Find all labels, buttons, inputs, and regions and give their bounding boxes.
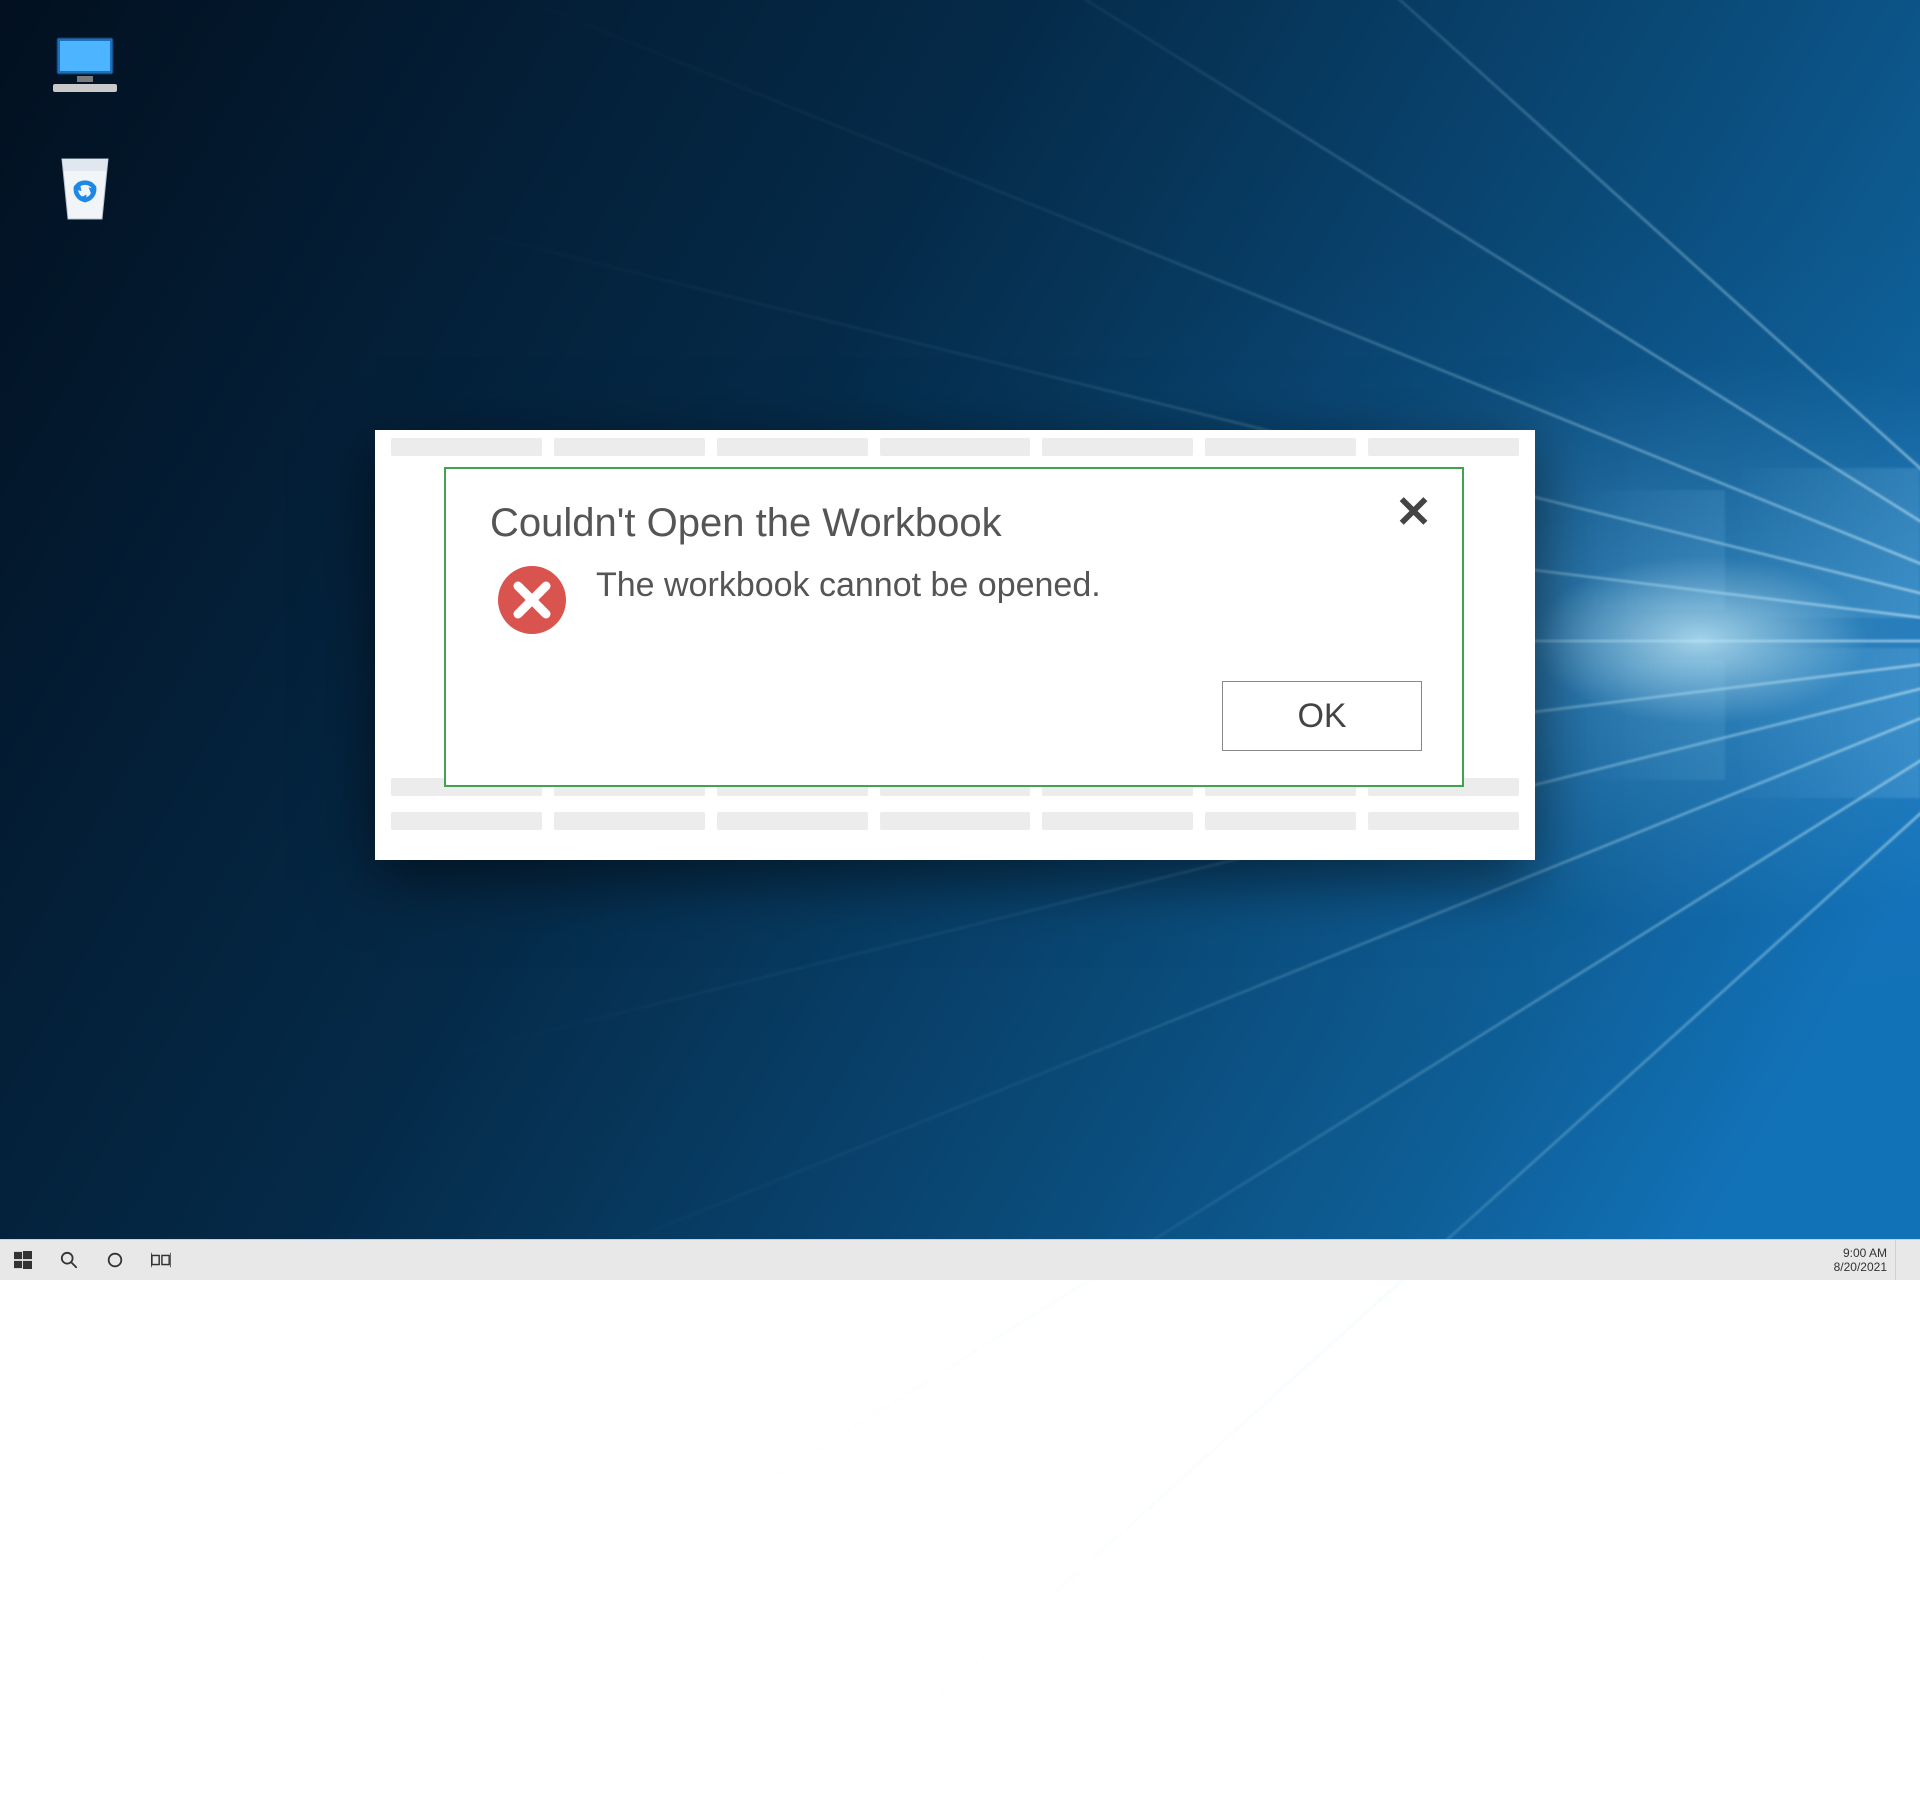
desktop-icon-this-pc[interactable] bbox=[30, 30, 140, 100]
recycle-bin-icon bbox=[50, 152, 120, 222]
close-button[interactable]: ✕ bbox=[1395, 491, 1432, 535]
ok-button-label: OK bbox=[1297, 697, 1346, 736]
windows-logo-icon bbox=[14, 1251, 32, 1269]
close-icon: ✕ bbox=[1395, 488, 1432, 537]
task-view-icon bbox=[151, 1252, 171, 1268]
search-button[interactable] bbox=[46, 1240, 92, 1280]
clock-time: 9:00 AM bbox=[1834, 1246, 1887, 1260]
ok-button[interactable]: OK bbox=[1222, 681, 1422, 751]
task-view-button[interactable] bbox=[138, 1240, 184, 1280]
cortana-icon bbox=[106, 1251, 124, 1269]
clock-date: 8/20/2021 bbox=[1834, 1260, 1887, 1274]
start-button[interactable] bbox=[0, 1240, 46, 1280]
cortana-button[interactable] bbox=[92, 1240, 138, 1280]
dialog-message: The workbook cannot be opened. bbox=[596, 566, 1101, 605]
error-icon bbox=[496, 564, 568, 641]
computer-icon bbox=[50, 30, 120, 100]
search-icon bbox=[60, 1251, 78, 1269]
error-dialog: ✕ Couldn't Open the Workbook The workboo… bbox=[444, 467, 1464, 787]
desktop-icon-recycle-bin[interactable] bbox=[30, 152, 140, 222]
system-clock[interactable]: 9:00 AM 8/20/2021 bbox=[1826, 1246, 1895, 1274]
show-desktop-button[interactable] bbox=[1895, 1240, 1920, 1280]
taskbar: 9:00 AM 8/20/2021 bbox=[0, 1239, 1920, 1280]
dialog-title: Couldn't Open the Workbook bbox=[490, 501, 1422, 546]
